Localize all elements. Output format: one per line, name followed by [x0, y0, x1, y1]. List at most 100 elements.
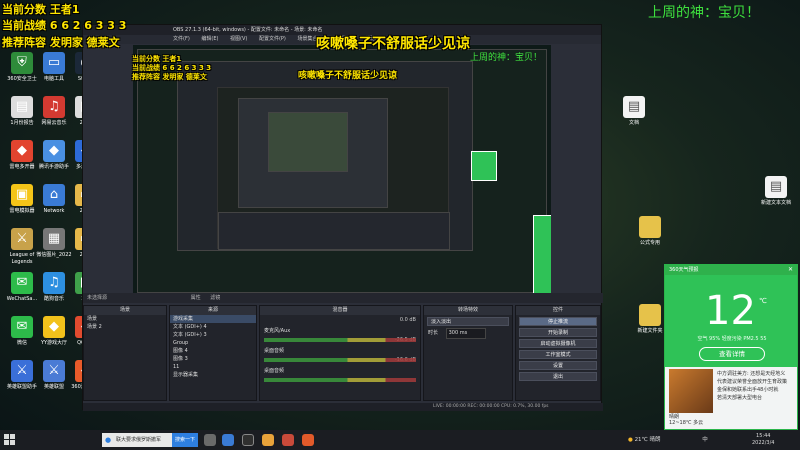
exit-button[interactable]: 退出: [519, 372, 597, 381]
system-tray[interactable]: ● 21℃ 晴朗 中: [628, 430, 708, 450]
source-toolbar: 未选择源 属性 滤镜: [83, 293, 603, 303]
desktop-icon[interactable]: ▣ 雷电模拟器: [4, 184, 40, 215]
mixer-channel-name: 桌面音频: [264, 348, 285, 354]
desktop-icon-folder-formula[interactable]: 公式专用: [632, 216, 668, 247]
desktop-icon-label: 360安全卫士: [7, 76, 37, 82]
virtual-camera-button[interactable]: 启动虚拟摄像机: [519, 339, 597, 348]
stop-streaming-button[interactable]: 停止推流: [519, 317, 597, 326]
app-taskbar-icon[interactable]: [302, 434, 314, 446]
source-item[interactable]: Group: [170, 339, 256, 347]
volume-meter[interactable]: [264, 378, 416, 382]
menu-view[interactable]: 视图(V): [230, 36, 247, 42]
desktop-icon-new-text[interactable]: ▤ 新建文本文档: [758, 176, 794, 207]
browser-icon[interactable]: [222, 434, 234, 446]
overlay-banner-nested: 咳嗽嗓子不舒服话少见谅: [298, 71, 398, 81]
clock[interactable]: 15:44 2022/3/4: [752, 433, 774, 447]
mixer-channel-name: 麦克风/Aux: [264, 328, 291, 334]
search-text: 联大要求俄罗斯撤军: [116, 437, 162, 443]
filters-button[interactable]: 滤镜: [210, 295, 220, 301]
desktop-icon[interactable]: ⚔ 英雄联盟助手: [4, 360, 40, 391]
gamepad-icon: ◆: [43, 316, 65, 338]
obs-taskbar-icon[interactable]: [242, 434, 254, 446]
clock-date: 2022/3/4: [752, 440, 775, 446]
transition-select[interactable]: 淡入淡出: [427, 317, 509, 326]
task-view-icon[interactable]: [204, 434, 216, 446]
desktop-icon-label: YY游戏大厅: [40, 340, 68, 346]
studio-mode-button[interactable]: 工作室模式: [519, 350, 597, 359]
image-icon: ▦: [43, 228, 65, 250]
lol-icon: ⚔: [43, 360, 65, 382]
gamepad-icon: ◆: [43, 140, 65, 162]
overlay-weekly-god: 上周的神：宝贝！: [648, 5, 760, 21]
mixer-channel[interactable]: 麦克风/Aux 0.0 dB: [260, 315, 420, 342]
desktop-icon[interactable]: ⚔ 英雄联盟: [36, 360, 72, 391]
volume-meter[interactable]: [264, 338, 416, 342]
taskbar: ● 联大要求俄罗斯撤军 搜索一下 ● 21℃ 晴朗 中 15:44 2022/3…: [0, 430, 800, 450]
desktop-icon[interactable]: ▦ 微信图片_2022: [36, 228, 72, 259]
preview-obs-level-4: [268, 112, 348, 172]
menu-edit[interactable]: 编辑(E): [201, 36, 218, 42]
network-icon: ⌂: [43, 184, 65, 206]
desktop-icon[interactable]: ◆ YY游戏大厅: [36, 316, 72, 347]
source-item[interactable]: 显示器采集: [170, 371, 256, 379]
music-icon: ♫: [43, 96, 65, 118]
gamepad-icon: ◆: [11, 140, 33, 162]
folder-taskbar-icon[interactable]: [262, 434, 274, 446]
weather-details-button[interactable]: 查看详情: [699, 347, 765, 361]
desktop-icon[interactable]: ⌂ Network: [36, 184, 72, 215]
game-taskbar-icon[interactable]: [282, 434, 294, 446]
overlay-banner: 咳嗽嗓子不舒服话少见谅: [316, 36, 470, 52]
desktop-icon-label: 微信: [16, 340, 27, 346]
obs-status-bar: LIVE: 00:00:00 REC: 00:00:00 CPU: 0.7%, …: [83, 403, 603, 411]
scene-item[interactable]: 场景: [84, 315, 166, 323]
search-button[interactable]: 搜索一下: [172, 433, 198, 447]
start-button[interactable]: [4, 434, 16, 446]
duration-input[interactable]: 300 ms: [445, 328, 486, 339]
source-item[interactable]: 图像 3: [170, 355, 256, 363]
desktop-icon[interactable]: ◆ 雷电多开器: [4, 140, 40, 171]
clock-time: 15:44: [756, 433, 771, 439]
controls-header: 控件: [516, 306, 600, 315]
desktop-icon[interactable]: ⚔ League of Legends: [4, 228, 40, 266]
desktop-icon[interactable]: ⛨ 360安全卫士: [4, 52, 40, 83]
settings-button[interactable]: 设置: [519, 361, 597, 370]
news-thumbnail[interactable]: [669, 369, 713, 413]
desktop-icon[interactable]: ♫ 网易云音乐: [36, 96, 72, 127]
properties-button[interactable]: 属性: [191, 295, 201, 301]
duration-row: 时长 300 ms: [424, 328, 512, 339]
source-item[interactable]: 游戏采集: [170, 315, 256, 323]
menu-file[interactable]: 文件(F): [173, 36, 190, 42]
mixer-channel-level: 0.0 dB: [399, 317, 416, 323]
desktop-icon[interactable]: ✉ WeChatSa...: [4, 272, 40, 303]
desktop-icon-label: League of Legends: [9, 252, 35, 265]
tray-weather[interactable]: 21℃ 晴朗: [635, 437, 661, 443]
source-item[interactable]: 11: [170, 363, 256, 371]
close-icon[interactable]: ✕: [788, 266, 793, 273]
desktop-icon[interactable]: ♫ 酷狗音乐: [36, 272, 72, 303]
desktop-icon[interactable]: ✉ 微信: [4, 316, 40, 347]
duration-label: 时长: [428, 330, 439, 336]
desktop-icon-label: Network: [43, 208, 65, 214]
desktop-icon[interactable]: ▭ 电脑工具: [36, 52, 72, 83]
scene-item[interactable]: 场景 2: [84, 323, 166, 331]
sources-header: 来源: [170, 306, 256, 315]
weather-subtitle: 空气 95% 轻度污染 PM2.5 55: [697, 336, 767, 342]
source-item[interactable]: 图像 4: [170, 347, 256, 355]
language-indicator[interactable]: 中: [702, 437, 708, 443]
taskbar-search[interactable]: ● 联大要求俄罗斯撤军 搜索一下: [102, 433, 198, 447]
overlay-weekly-god-nested: 上周的神：宝贝！: [470, 53, 543, 63]
desktop-icon[interactable]: ◆ 腾讯手游助手: [36, 140, 72, 171]
scenes-panel: 场景 场景 场景 2: [83, 305, 167, 401]
desktop-icon[interactable]: ▤ 1月份报告: [4, 96, 40, 127]
desktop-icon-new-folder[interactable]: 新建文件夹: [632, 304, 668, 335]
source-item[interactable]: 文本 (GDI+) 3: [170, 331, 256, 339]
desktop-icon-document[interactable]: ▤ 文档: [616, 96, 652, 127]
source-item[interactable]: 文本 (GDI+) 4: [170, 323, 256, 331]
folder-icon: [639, 216, 661, 238]
menu-profile[interactable]: 配置文件(P): [259, 36, 286, 42]
start-recording-button[interactable]: 开始录制: [519, 328, 597, 337]
weather-popup[interactable]: 360天气预报 ✕ 12 ℃ 空气 95% 轻度污染 PM2.5 55 查看详情…: [664, 264, 798, 430]
obs-preview[interactable]: [133, 45, 551, 297]
volume-meter[interactable]: [264, 358, 416, 362]
shield-icon: ⛨: [11, 52, 33, 74]
